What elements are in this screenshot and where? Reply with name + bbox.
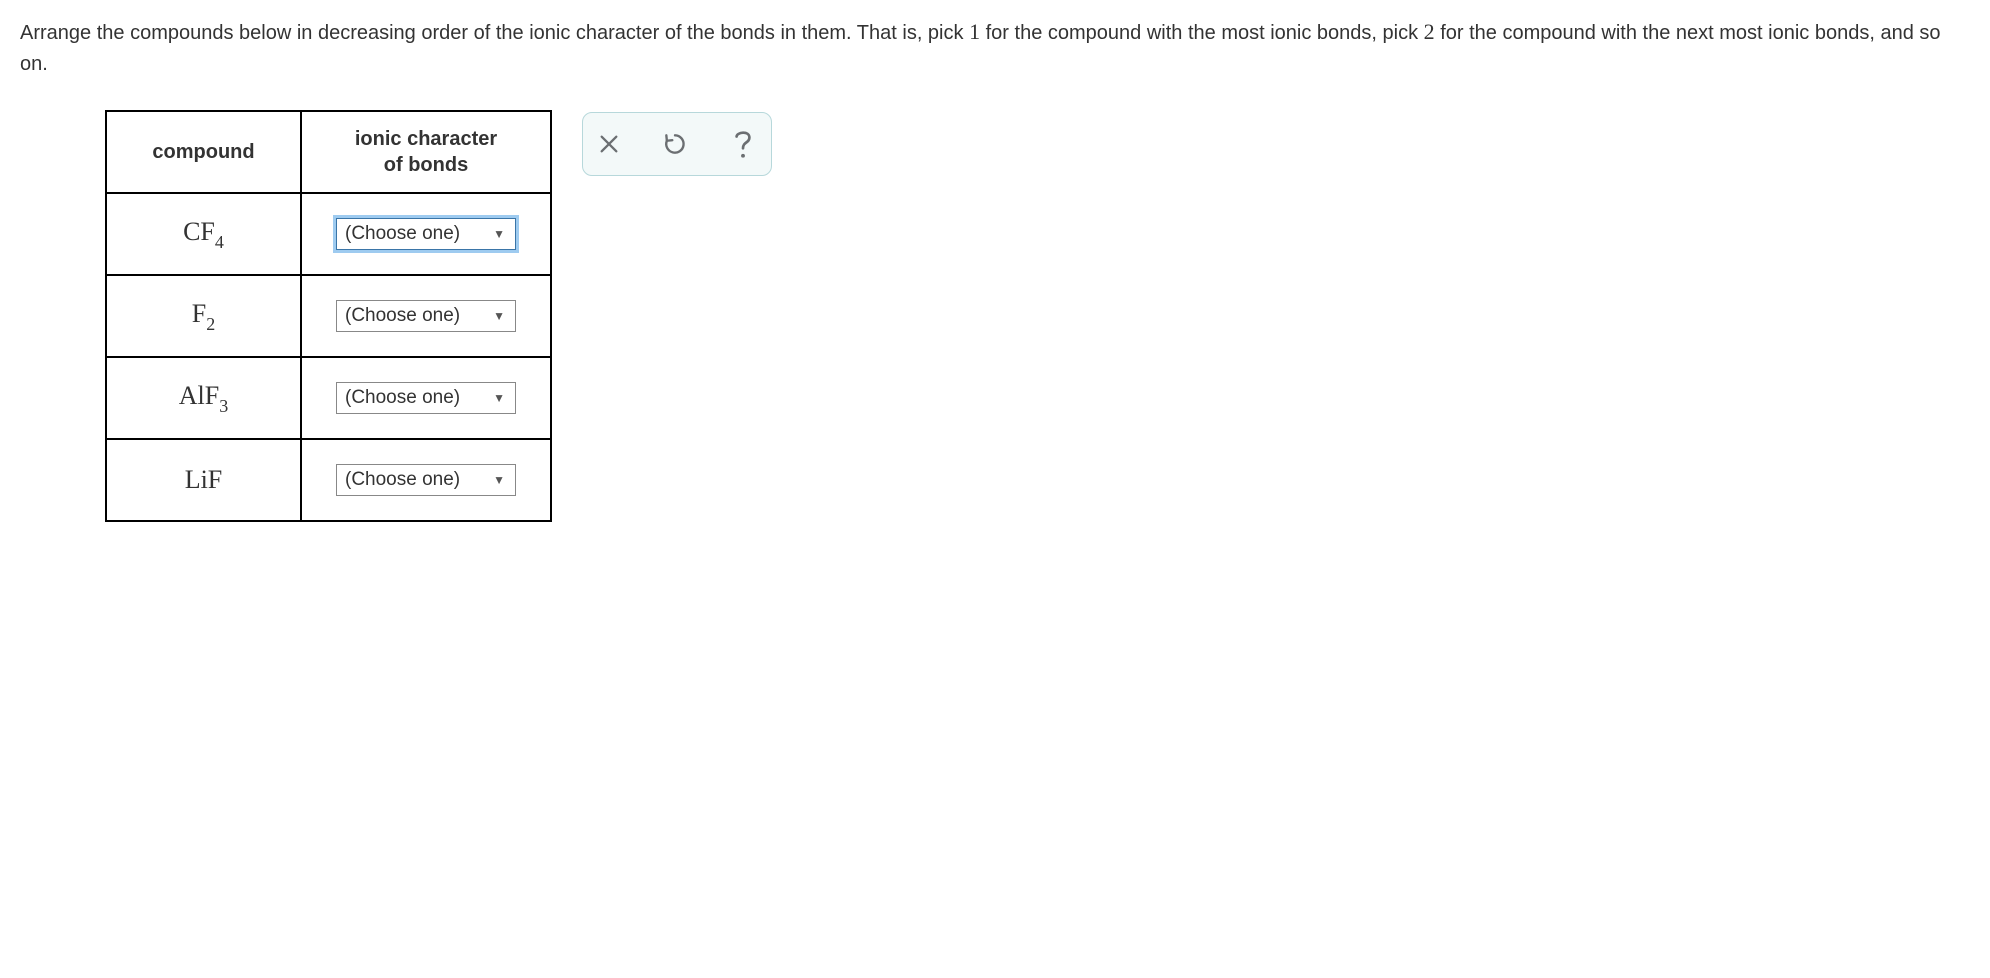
compound-subscript: 4	[215, 232, 224, 252]
chevron-down-icon: ▼	[493, 227, 505, 241]
header-ionic-character: ionic character of bonds	[301, 111, 551, 193]
instr-num1: 1	[969, 19, 980, 44]
select-cell: (Choose one) ▼	[301, 357, 551, 439]
chevron-down-icon: ▼	[493, 391, 505, 405]
compound-base: AlF	[179, 381, 219, 410]
reset-button[interactable]	[662, 131, 688, 157]
actions-toolbar	[582, 112, 772, 176]
ionic-rank-select[interactable]: (Choose one) ▼	[336, 218, 516, 250]
table-row: CF4 (Choose one) ▼	[106, 193, 551, 275]
table-row: LiF (Choose one) ▼	[106, 439, 551, 521]
ionic-rank-select[interactable]: (Choose one) ▼	[336, 464, 516, 496]
compound-base: F	[192, 299, 206, 328]
header-ionic-l1: ionic character	[355, 128, 497, 150]
header-ionic-l2: of bonds	[384, 154, 468, 176]
chevron-down-icon: ▼	[493, 473, 505, 487]
instr-part1: Arrange the compounds below in decreasin…	[20, 22, 969, 44]
ionic-rank-select[interactable]: (Choose one) ▼	[336, 300, 516, 332]
select-placeholder: (Choose one)	[345, 387, 460, 409]
table-row: F2 (Choose one) ▼	[106, 275, 551, 357]
compound-cell: F2	[106, 275, 301, 357]
instr-num2: 2	[1424, 19, 1435, 44]
compound-cell: AlF3	[106, 357, 301, 439]
compound-table: compound ionic character of bonds CF4 (Ch…	[105, 110, 552, 522]
ionic-rank-select[interactable]: (Choose one) ▼	[336, 382, 516, 414]
undo-icon	[662, 131, 688, 157]
select-cell: (Choose one) ▼	[301, 275, 551, 357]
compound-cell: LiF	[106, 439, 301, 521]
select-cell: (Choose one) ▼	[301, 193, 551, 275]
select-placeholder: (Choose one)	[345, 305, 460, 327]
select-cell: (Choose one) ▼	[301, 439, 551, 521]
help-button[interactable]	[730, 128, 756, 160]
compound-subscript: 3	[219, 396, 228, 416]
table-row: AlF3 (Choose one) ▼	[106, 357, 551, 439]
compound-cell: CF4	[106, 193, 301, 275]
instructions-text: Arrange the compounds below in decreasin…	[20, 15, 1970, 80]
instr-part2: for the compound with the most ionic bon…	[980, 22, 1424, 44]
compound-subscript: 2	[206, 314, 215, 334]
clear-button[interactable]	[598, 133, 620, 155]
compound-base: CF	[183, 217, 215, 246]
chevron-down-icon: ▼	[493, 309, 505, 323]
close-icon	[598, 133, 620, 155]
question-icon	[730, 128, 756, 160]
select-placeholder: (Choose one)	[345, 223, 460, 245]
select-placeholder: (Choose one)	[345, 469, 460, 491]
compound-base: LiF	[185, 465, 223, 494]
header-compound: compound	[106, 111, 301, 193]
